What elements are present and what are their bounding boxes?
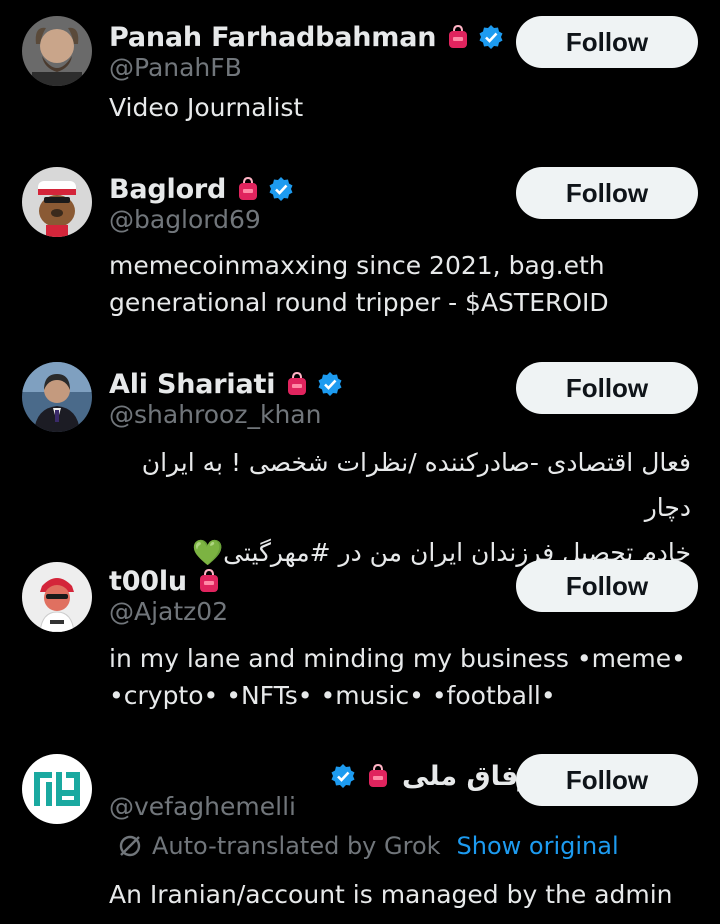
- bio: in my lane and minding my business •meme…: [109, 644, 686, 710]
- translation-note: Auto-translated by Grok Show original: [116, 828, 619, 864]
- handle: @PanahFB: [109, 53, 242, 82]
- handle: @baglord69: [109, 205, 261, 234]
- bald-man-avatar-icon: [22, 16, 92, 86]
- user-cell[interactable]: Baglord @baglord69 memecoinmaxxing since…: [0, 150, 720, 345]
- handle: @shahrooz_khan: [109, 400, 322, 429]
- follow-button[interactable]: Follow: [516, 362, 698, 414]
- verified-checkmark-icon: [268, 176, 294, 202]
- red-backpack-icon: [283, 370, 311, 398]
- man-in-suit-avatar-icon: [22, 362, 92, 432]
- follow-button[interactable]: Follow: [516, 754, 698, 806]
- display-name[interactable]: t00lu: [109, 566, 187, 597]
- bio: memecoinmaxxing since 2021, bag.eth gene…: [109, 251, 609, 317]
- display-name[interactable]: Baglord: [109, 174, 226, 205]
- slash-circle-icon: [116, 832, 144, 860]
- avatar[interactable]: [22, 562, 92, 632]
- user-cell[interactable]: Ali Shariati @shahrooz_khan فعال اقتصادی…: [0, 345, 720, 567]
- green-kufic-logo-avatar-icon: [22, 754, 92, 824]
- name-line: t00lu: [109, 562, 223, 600]
- red-backpack-icon: [364, 762, 392, 790]
- cartoon-red-bandana-avatar-icon: [22, 562, 92, 632]
- bio: An Iranian/account is managed by the adm…: [109, 880, 673, 909]
- red-backpack-icon: [444, 23, 472, 51]
- verified-checkmark-icon: [478, 24, 504, 50]
- translation-label: Auto-translated by Grok: [152, 832, 441, 860]
- avatar[interactable]: [22, 362, 92, 432]
- show-original-link[interactable]: Show original: [457, 832, 619, 860]
- display-name[interactable]: Panah Farhadbahman: [109, 22, 436, 53]
- user-cell[interactable]: t00lu @Ajatz02 in my lane and minding my…: [0, 545, 720, 740]
- handle: @Ajatz02: [109, 597, 229, 626]
- red-backpack-icon: [234, 175, 262, 203]
- who-to-follow-list: Panah Farhadbahman @PanahFB Video Journa…: [0, 0, 720, 924]
- display-name[interactable]: Ali Shariati: [109, 369, 275, 400]
- verified-checkmark-icon: [330, 763, 356, 789]
- user-cell[interactable]: وفاق ملی @vefaghemelli Auto-translated b…: [0, 740, 720, 924]
- red-backpack-icon: [195, 567, 223, 595]
- name-line: وفاق ملی: [330, 757, 535, 795]
- avatar[interactable]: [22, 16, 92, 86]
- user-cell[interactable]: Panah Farhadbahman @PanahFB Video Journa…: [0, 0, 720, 150]
- follow-button[interactable]: Follow: [516, 167, 698, 219]
- avatar[interactable]: [22, 167, 92, 237]
- follow-button[interactable]: Follow: [516, 560, 698, 612]
- cartoon-bear-cap-avatar-icon: [22, 167, 92, 237]
- bio: Video Journalist: [109, 93, 304, 122]
- handle: @vefaghemelli: [109, 792, 296, 821]
- follow-button[interactable]: Follow: [516, 16, 698, 68]
- name-line: Baglord: [109, 170, 294, 208]
- name-line: Ali Shariati: [109, 365, 343, 403]
- avatar[interactable]: [22, 754, 92, 824]
- verified-checkmark-icon: [317, 371, 343, 397]
- name-line: Panah Farhadbahman: [109, 18, 504, 56]
